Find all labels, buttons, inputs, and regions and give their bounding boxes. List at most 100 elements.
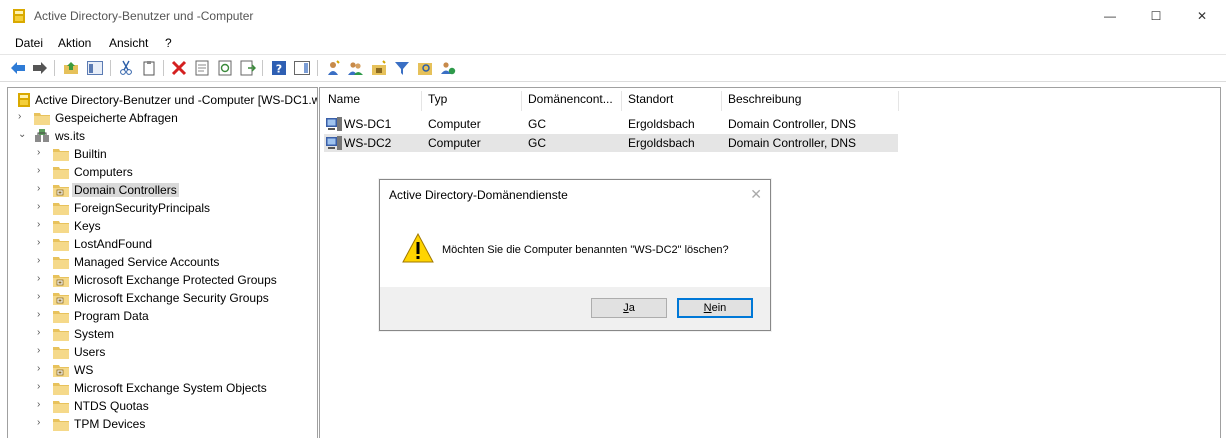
tree-item[interactable]: › Microsoft Exchange System Objects [8,379,317,397]
tree-label: TPM Devices [74,417,146,431]
tree-label: ws.its [55,129,85,143]
delete-icon[interactable] [170,59,188,77]
help-icon[interactable]: ? [270,59,288,77]
cut-icon[interactable] [117,59,135,77]
ou-folder-icon [53,293,69,305]
tree-item[interactable]: › LostAndFound [8,235,317,253]
column-header-dc[interactable]: Domänencont... [528,92,613,106]
new-group-icon[interactable] [347,59,365,77]
yes-button[interactable]: Ja [591,298,667,318]
menu-ansicht[interactable]: Ansicht [109,36,148,50]
back-arrow-icon[interactable] [9,59,27,77]
chevron-right-icon[interactable]: › [37,328,47,338]
chevron-right-icon[interactable]: › [37,346,47,356]
export-list-icon[interactable] [239,59,257,77]
tree-item[interactable]: › Microsoft Exchange Security Groups [8,289,317,307]
folder-icon [53,149,69,161]
cell-description: Domain Controller, DNS [728,136,857,150]
chevron-right-icon[interactable]: › [37,418,47,428]
folder-icon [53,401,69,413]
svg-text:?: ? [276,63,282,76]
list-row-selected[interactable]: WS-DC2 Computer GC Ergoldsbach Domain Co… [324,134,898,152]
tree-label: System [74,327,115,341]
tree-item[interactable]: › ForeignSecurityPrincipals [8,199,317,217]
column-header-name[interactable]: Name [328,92,360,106]
menu-aktion[interactable]: Aktion [58,36,91,50]
tree-label: NTDS Quotas [74,399,149,413]
show-action-pane-icon[interactable] [293,59,311,77]
tree-item[interactable]: › System [8,325,317,343]
tree-item[interactable]: › Users [8,343,317,361]
tree-label: LostAndFound [74,237,153,251]
find-icon[interactable] [416,59,434,77]
chevron-right-icon[interactable]: › [37,202,47,212]
tree-label: Microsoft Exchange System Objects [74,381,267,395]
chevron-right-icon[interactable]: › [37,184,47,194]
cell-name: WS-DC2 [344,136,392,150]
tree-item[interactable]: › Program Data [8,307,317,325]
chevron-right-icon[interactable]: › [37,310,47,320]
copy-icon[interactable] [140,59,158,77]
list-row[interactable]: WS-DC1 Computer GC Ergoldsbach Domain Co… [324,115,898,133]
tree-item[interactable]: › Managed Service Accounts [8,253,317,271]
maximize-button[interactable]: ☐ [1133,0,1179,32]
tree-item[interactable]: › TPM Devices [8,415,317,433]
menu-datei[interactable]: Datei [15,36,43,50]
tree-label: Users [74,345,106,359]
minimize-button[interactable]: — [1087,0,1133,32]
chevron-right-icon[interactable]: › [37,364,47,374]
tree-item[interactable]: › WS [8,361,317,379]
ad-snapin-icon [18,93,30,107]
column-header-site[interactable]: Standort [628,92,673,106]
folder-icon [53,203,69,215]
chevron-right-icon[interactable]: › [37,274,47,284]
tree-item[interactable]: › NTDS Quotas [8,397,317,415]
tree-root[interactable]: Active Directory-Benutzer und -Computer … [8,91,317,109]
folder-icon [53,347,69,359]
menu-help[interactable]: ? [165,36,172,50]
refresh-icon[interactable] [216,59,234,77]
dialog-close-button[interactable]: ✕ [750,186,762,203]
chevron-right-icon[interactable]: › [18,112,28,122]
column-header-type[interactable]: Typ [428,92,447,106]
add-to-group-icon[interactable] [439,59,457,77]
chevron-right-icon[interactable]: › [37,292,47,302]
show-console-tree-icon[interactable] [86,59,104,77]
new-user-icon[interactable] [324,59,342,77]
toolbar: ? [0,54,1226,82]
ad-app-icon [13,9,25,23]
chevron-right-icon[interactable]: › [37,148,47,158]
column-header-description[interactable]: Beschreibung [728,92,801,106]
tree-item-domain[interactable]: ⌄ ws.its [8,127,317,145]
chevron-right-icon[interactable]: › [37,382,47,392]
cell-name: WS-DC1 [344,117,392,131]
chevron-right-icon[interactable]: › [37,220,47,230]
tree-item[interactable]: › Microsoft Exchange Protected Groups [8,271,317,289]
dialog-message: Möchten Sie die Computer benannten "WS-D… [442,244,729,256]
cell-type: Computer [428,117,481,131]
chevron-right-icon[interactable]: › [37,256,47,266]
folder-icon [53,167,69,179]
forward-arrow-icon[interactable] [31,59,49,77]
up-folder-icon[interactable] [62,59,80,77]
filter-icon[interactable] [393,59,411,77]
chevron-right-icon[interactable]: › [37,400,47,410]
properties-icon[interactable] [193,59,211,77]
cell-site: Ergoldsbach [628,117,695,131]
new-ou-icon[interactable] [370,59,388,77]
menu-bar: Datei Aktion Ansicht ? [0,32,1226,54]
tree-item-selected[interactable]: › Domain Controllers [8,181,317,199]
cell-description: Domain Controller, DNS [728,117,857,131]
console-tree[interactable]: Active Directory-Benutzer und -Computer … [7,87,318,438]
close-button[interactable]: ✕ [1179,0,1225,32]
tree-item[interactable]: › Keys [8,217,317,235]
chevron-right-icon[interactable]: › [37,166,47,176]
chevron-down-icon[interactable]: ⌄ [18,130,28,140]
tree-item-saved-queries[interactable]: › Gespeicherte Abfragen [8,109,317,127]
tree-item[interactable]: › Builtin [8,145,317,163]
tree-item[interactable]: › Computers [8,163,317,181]
ou-folder-icon [53,275,69,287]
chevron-right-icon[interactable]: › [37,238,47,248]
no-button[interactable]: Nein [677,298,753,318]
tree-label: Gespeicherte Abfragen [55,111,178,125]
